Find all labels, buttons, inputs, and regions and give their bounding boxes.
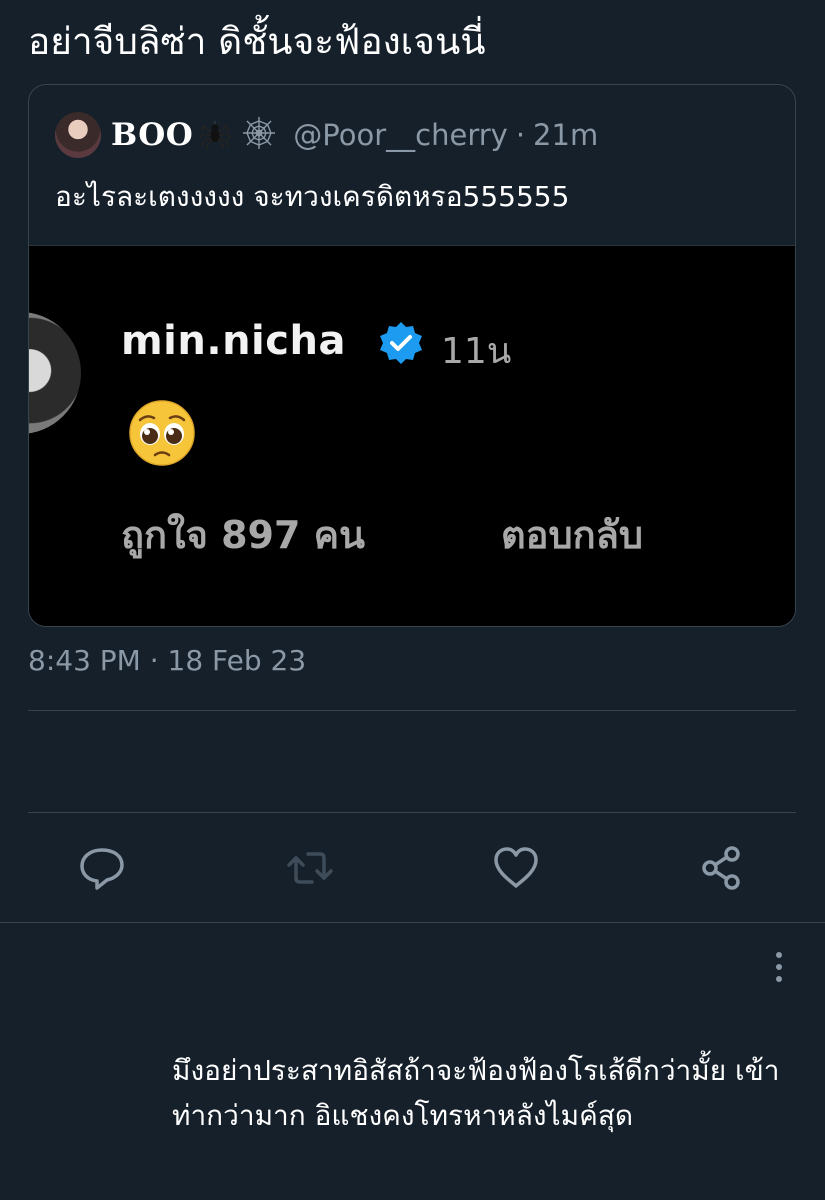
reply-text: มึงอย่าประสาทอิสัสถ้าจะฟ้องฟ้องโรเส้ดีกว… [172, 1054, 780, 1132]
quoted-user-name[interactable]: BOO [111, 117, 193, 153]
ig-likes-count: ถูกใจ 897 คน [121, 513, 366, 557]
spider-icon [199, 117, 232, 153]
verified-badge-icon [380, 322, 422, 364]
tweet-text: อย่าจีบลิซ่า ดิชั้นจะฟ้องเจนนี่ [28, 20, 486, 63]
more-options-icon[interactable] [770, 950, 788, 984]
separator-dot: · [515, 118, 526, 152]
ig-comment-time: 11น [441, 331, 512, 372]
share-icon[interactable] [696, 842, 748, 894]
ig-username: min.nicha [121, 318, 346, 364]
spider-web-icon [241, 115, 277, 155]
ig-reply-label: ตอบกลับ [501, 513, 644, 557]
retweet-icon[interactable] [284, 842, 336, 894]
tweet-timestamp[interactable]: 8:43 PM · 18 Feb 23 [28, 644, 306, 677]
quoted-tweet-time[interactable]: 21m [533, 118, 598, 152]
ig-avatar [29, 312, 81, 434]
pleading-face-icon [129, 400, 195, 466]
quoted-user-avatar[interactable] [55, 112, 101, 158]
reply-icon[interactable] [76, 842, 128, 894]
divider [0, 922, 825, 923]
quoted-media-image[interactable]: min.nicha 11น ถูกใจ 897 คน ตอบกลับ [29, 245, 795, 626]
quoted-tweet-header: BOO @Poor__cherry · 21m [55, 111, 598, 159]
quoted-tweet-card[interactable]: BOO @Poor__cherry · 21m อะไรละเตงงงงง จะ… [28, 84, 796, 627]
quoted-user-handle[interactable]: @Poor__cherry [293, 118, 508, 152]
divider [28, 710, 796, 711]
divider [28, 812, 796, 813]
like-icon[interactable] [490, 842, 542, 894]
quoted-tweet-text: อะไรละเตงงงงง จะทวงเครดิตหรอ555555 [55, 180, 570, 213]
